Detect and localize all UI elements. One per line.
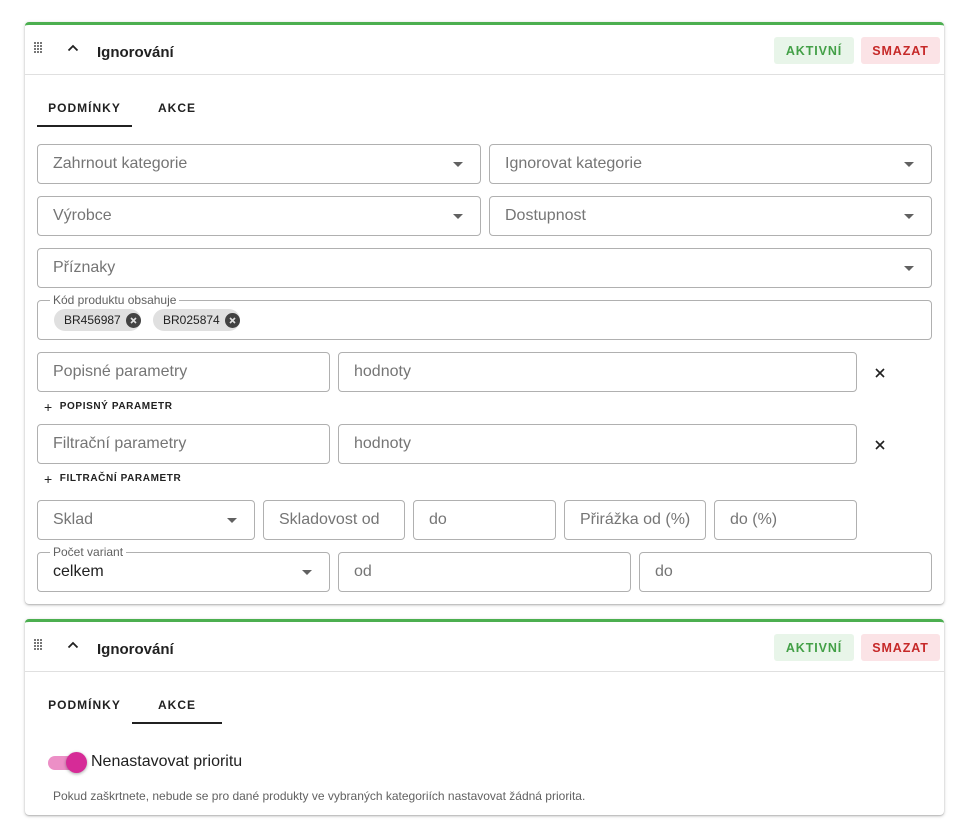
variant-count-label: Počet variant [50,545,127,559]
caret-down-icon [302,570,312,575]
rule-card-header: Ignorování AKTIVNÍ SMAZAT [25,25,944,75]
rule-card-header: Ignorování AKTIVNÍ SMAZAT [25,622,944,672]
variants-to-input[interactable]: do [639,552,932,592]
stock-to-placeholder: do [429,511,447,528]
chevron-up-icon[interactable] [65,637,81,653]
stock-from-placeholder: Skladovost od [279,511,380,528]
add-filter-param-label: FILTRAČNÍ PARAMETR [59,473,182,484]
caret-down-icon [904,162,914,167]
chip-remove-icon[interactable] [224,312,240,328]
variants-to-placeholder: do [655,563,673,580]
rule-title: Ignorování [97,44,174,61]
variants-from-placeholder: od [354,563,372,580]
stock-from-input[interactable]: Skladovost od [263,500,405,540]
tab-conditions[interactable]: PODMÍNKY [37,97,132,127]
drag-handle-icon[interactable] [34,42,44,54]
active-button[interactable]: AKTIVNÍ [774,634,854,661]
product-code-label: Kód produktu obsahuje [50,293,180,307]
availability-placeholder: Dostupnost [505,207,586,224]
warehouse-placeholder: Sklad [53,511,94,528]
variant-count-value: celkem [53,563,104,580]
descriptive-values-placeholder: hodnoty [354,363,411,380]
caret-down-icon [227,518,237,523]
rule-card: Ignorování AKTIVNÍ SMAZAT PODMÍNKY AKCE … [25,22,944,604]
markup-to-placeholder: do (%) [730,511,778,528]
active-button[interactable]: AKTIVNÍ [774,37,854,64]
add-descriptive-param-button[interactable]: + POPISNÝ PARAMETR [44,398,173,415]
plus-icon: + [44,470,53,487]
toggle-thumb [66,752,87,773]
flags-select[interactable]: Příznaky [37,248,932,288]
plus-icon: + [44,398,53,415]
caret-down-icon [453,162,463,167]
markup-from-placeholder: Přirážka od (%) [580,511,691,528]
include-categories-placeholder: Zahrnout kategorie [53,155,188,172]
ignore-categories-select[interactable]: Ignorovat kategorie [489,144,932,184]
product-code-input[interactable]: Kód produktu obsahuje BR456987 BR025874 [37,293,932,340]
include-categories-select[interactable]: Zahrnout kategorie [37,144,481,184]
descriptive-values-input[interactable]: hodnoty [338,352,857,392]
stock-to-input[interactable]: do [413,500,556,540]
filter-params-placeholder: Filtrační parametry [53,435,187,452]
manufacturer-placeholder: Výrobce [53,207,112,224]
descriptive-params-input[interactable]: Popisné parametry [37,352,330,392]
filter-values-input[interactable]: hodnoty [338,424,857,464]
filter-values-placeholder: hodnoty [354,435,411,452]
no-priority-hint: Pokud zaškrtnete, nebude se pro dané pro… [53,789,586,803]
product-code-chip: BR456987 [54,309,141,331]
availability-select[interactable]: Dostupnost [489,196,932,236]
warehouse-select[interactable]: Sklad [37,500,255,540]
close-icon[interactable] [874,438,888,452]
product-code-chip: BR025874 [153,309,240,331]
chip-remove-icon[interactable] [125,312,141,328]
tab-actions[interactable]: AKCE [132,97,222,127]
no-priority-toggle[interactable] [48,751,88,773]
caret-down-icon [453,214,463,219]
markup-from-input[interactable]: Přirážka od (%) [564,500,706,540]
add-descriptive-param-label: POPISNÝ PARAMETR [59,401,173,412]
chip-label: BR456987 [64,313,121,327]
add-filter-param-button[interactable]: + FILTRAČNÍ PARAMETR [44,470,182,487]
rule-card: Ignorování AKTIVNÍ SMAZAT PODMÍNKY AKCE … [25,619,944,815]
rule-title: Ignorování [97,641,174,658]
no-priority-label: Nenastavovat prioritu [91,753,243,770]
variant-count-select[interactable]: Počet variant celkem [37,545,330,592]
delete-button[interactable]: SMAZAT [861,634,940,661]
close-icon[interactable] [874,366,888,380]
flags-placeholder: Příznaky [53,259,116,276]
descriptive-params-placeholder: Popisné parametry [53,363,188,380]
delete-button[interactable]: SMAZAT [861,37,940,64]
chevron-up-icon[interactable] [65,40,81,56]
caret-down-icon [904,266,914,271]
caret-down-icon [904,214,914,219]
chip-label: BR025874 [163,313,220,327]
tab-conditions[interactable]: PODMÍNKY [37,694,132,724]
manufacturer-select[interactable]: Výrobce [37,196,481,236]
variants-from-input[interactable]: od [338,552,631,592]
markup-to-input[interactable]: do (%) [714,500,857,540]
filter-params-input[interactable]: Filtrační parametry [37,424,330,464]
tab-actions[interactable]: AKCE [132,694,222,724]
ignore-categories-placeholder: Ignorovat kategorie [505,155,642,172]
drag-handle-icon[interactable] [34,639,44,651]
